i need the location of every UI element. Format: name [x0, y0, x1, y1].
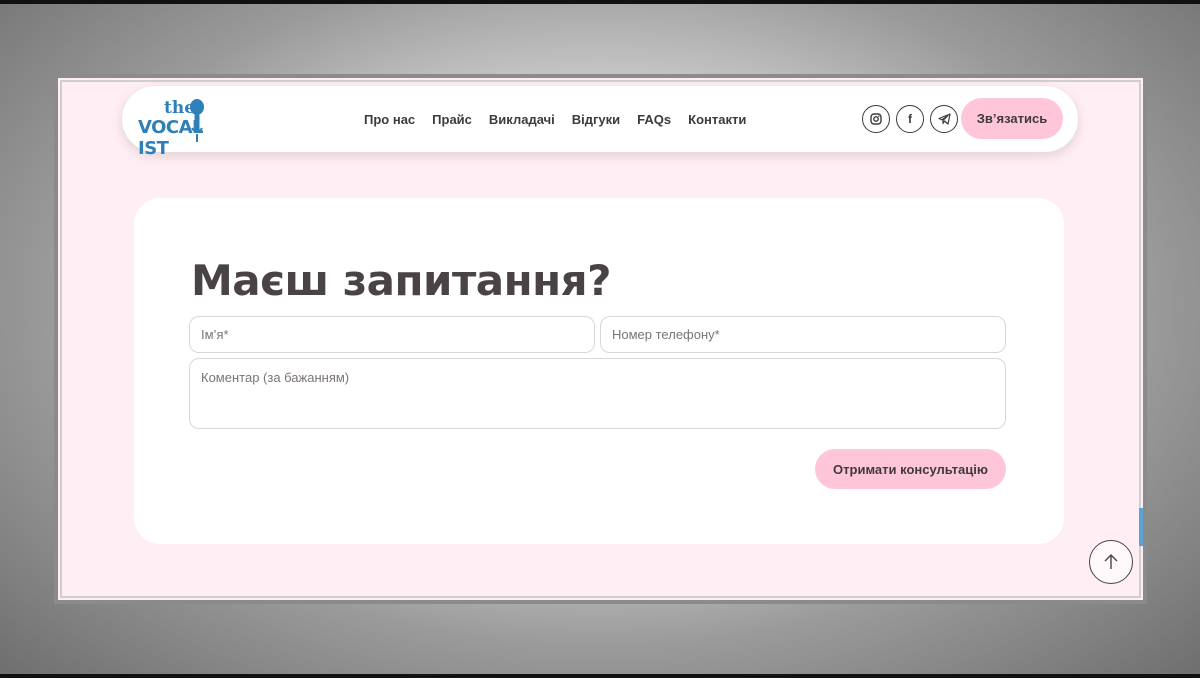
- screen-bottom-bar: [0, 674, 1200, 678]
- social-links: f: [862, 105, 958, 133]
- nav-item-contacts[interactable]: Контакти: [688, 112, 746, 127]
- nav-item-teachers[interactable]: Викладачі: [489, 112, 555, 127]
- nav-item-pricing[interactable]: Прайс: [432, 112, 472, 127]
- phone-field[interactable]: [600, 316, 1006, 353]
- telegram-button[interactable]: [930, 105, 958, 133]
- scroll-to-top-button[interactable]: [1089, 540, 1133, 584]
- browser-frame: the VOCAL IST Про нас Прайс Викладачі Ві…: [54, 74, 1147, 604]
- arrow-up-icon: [1104, 554, 1118, 569]
- screen-top-bar: [0, 0, 1200, 4]
- facebook-button[interactable]: f: [896, 105, 924, 133]
- scroll-indicator[interactable]: [1139, 508, 1143, 546]
- get-consultation-button[interactable]: Отримати консультацію: [815, 449, 1006, 489]
- logo-vocalist-text: VOCAL IST: [138, 117, 204, 159]
- logo[interactable]: the VOCAL IST: [138, 96, 238, 159]
- telegram-icon: [937, 113, 951, 125]
- facebook-icon: f: [908, 112, 912, 126]
- main-nav: Про нас Прайс Викладачі Відгуки FAQs Кон…: [364, 86, 746, 152]
- instagram-button[interactable]: [862, 105, 890, 133]
- nav-item-reviews[interactable]: Відгуки: [572, 112, 620, 127]
- comment-field[interactable]: [189, 358, 1006, 429]
- site-header: the VOCAL IST Про нас Прайс Викладачі Ві…: [122, 86, 1078, 159]
- instagram-icon: [870, 113, 882, 125]
- name-field[interactable]: [189, 316, 595, 353]
- nav-item-about[interactable]: Про нас: [364, 112, 415, 127]
- contact-button[interactable]: Зв’язатись: [961, 98, 1063, 139]
- form-title: Маєш запитання?: [191, 256, 612, 305]
- contact-form-card: Маєш запитання? Отримати консультацію: [134, 198, 1064, 544]
- nav-item-faqs[interactable]: FAQs: [637, 112, 671, 127]
